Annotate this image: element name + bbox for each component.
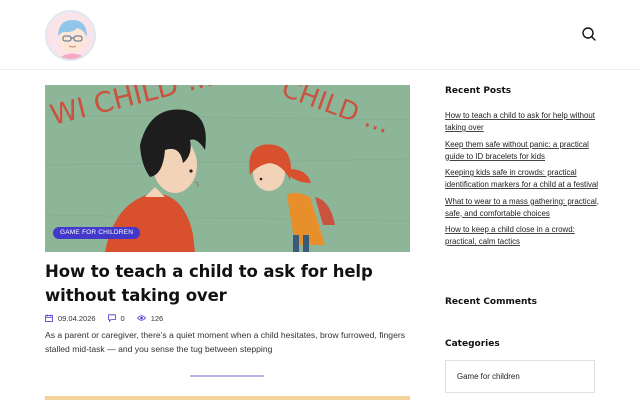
post-comments[interactable]: 0 — [107, 313, 125, 323]
child-face-logo-icon[interactable] — [45, 10, 96, 61]
comment-icon — [107, 314, 116, 322]
post-title[interactable]: How to teach a child to ask for help wit… — [45, 260, 405, 308]
list-item: Keeping kids safe in crowds: practical i… — [445, 167, 605, 191]
search-icon[interactable] — [580, 25, 598, 43]
recent-posts-list: How to teach a child to ask for help wit… — [445, 110, 605, 253]
categories-list: Game for children — [445, 360, 595, 393]
category-link[interactable]: Game for children — [457, 372, 520, 381]
site-header — [0, 0, 640, 70]
recent-comments-title: Recent Comments — [445, 297, 538, 307]
post-meta: 09.04.2026 0 126 — [45, 312, 175, 324]
list-item: Keep them safe without panic: a practica… — [445, 139, 605, 163]
recent-posts-title: Recent Posts — [445, 86, 512, 96]
category-badge[interactable]: GAME FOR CHILDREN — [53, 227, 141, 239]
list-item: How to teach a child to ask for help wit… — [445, 110, 605, 134]
post-views: 126 — [136, 313, 164, 323]
post-excerpt: As a parent or caregiver, there’s a quie… — [45, 330, 406, 354]
eye-icon — [136, 315, 146, 321]
recent-post-link[interactable]: Keep them safe without panic: a practica… — [445, 139, 605, 163]
calendar-icon — [45, 314, 53, 322]
recent-post-link[interactable]: How to teach a child to ask for help wit… — [445, 110, 605, 134]
list-item: What to wear to a mass gathering: practi… — [445, 196, 605, 220]
post-views-count: 126 — [150, 313, 164, 323]
post-divider — [190, 375, 264, 377]
categories-title: Categories — [445, 339, 500, 349]
post-date-text: 09.04.2026 — [58, 313, 96, 323]
next-post-image[interactable] — [45, 396, 410, 400]
list-item: How to keep a child close in a crowd: pr… — [445, 224, 605, 248]
recent-post-link[interactable]: How to keep a child close in a crowd: pr… — [445, 224, 605, 248]
post-comments-count: 0 — [120, 313, 125, 323]
recent-post-link[interactable]: Keeping kids safe in crowds: practical i… — [445, 167, 605, 191]
recent-post-link[interactable]: What to wear to a mass gathering: practi… — [445, 196, 605, 220]
post-date: 09.04.2026 — [45, 314, 96, 323]
